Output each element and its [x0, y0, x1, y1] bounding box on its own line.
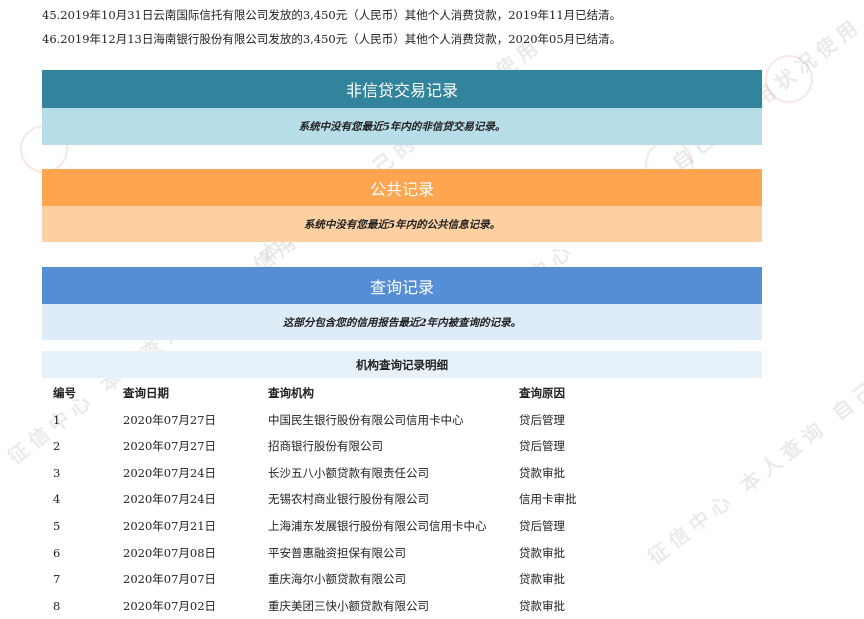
cell-number: 2: [53, 439, 61, 454]
public-section-title: 公共记录: [42, 169, 762, 206]
inquiry-table: 编号 查询日期 查询机构 查询原因 1 2020年07月27日 中国民生银行股份…: [42, 380, 762, 619]
cell-date: 2020年07月21日: [123, 518, 217, 533]
cell-institution: 平安普惠融资担保有限公司: [268, 545, 406, 560]
inquiry-section-note: 这部分包含您的信用报告最近2年内被查询的记录。: [42, 304, 762, 340]
cell-date: 2020年07月07日: [123, 572, 217, 587]
cell-number: 1: [53, 412, 61, 427]
cell-date: 2020年07月24日: [123, 465, 217, 480]
cell-institution: 中国民生银行股份有限公司信用卡中心: [268, 412, 464, 427]
cell-institution: 长沙五八小额贷款有限责任公司: [268, 465, 429, 480]
cell-institution: 上海浦东发展银行股份有限公司信用卡中心: [268, 518, 487, 533]
non-credit-section-title: 非信贷交易记录: [42, 70, 762, 108]
cell-date: 2020年07月27日: [123, 412, 217, 427]
cell-reason: 信用卡审批: [519, 492, 577, 507]
cell-reason: 贷款审批: [519, 572, 565, 587]
inquiry-section-title: 查询记录: [42, 267, 762, 304]
cell-number: 8: [53, 598, 61, 613]
cell-number: 6: [53, 545, 61, 560]
table-row: 5 2020年07月21日 上海浦东发展银行股份有限公司信用卡中心 贷后管理: [42, 513, 762, 540]
public-section-note: 系统中没有您最近5年内的公共信息记录。: [42, 206, 762, 242]
column-header-number: 编号: [53, 386, 76, 400]
cell-date: 2020年07月24日: [123, 492, 217, 507]
cell-reason: 贷后管理: [519, 439, 565, 454]
table-row: 6 2020年07月08日 平安普惠融资担保有限公司 贷款审批: [42, 540, 762, 567]
cell-reason: 贷款审批: [519, 545, 565, 560]
cell-number: 4: [53, 492, 61, 507]
cell-date: 2020年07月27日: [123, 439, 217, 454]
cell-institution: 招商银行股份有限公司: [268, 439, 383, 454]
cell-number: 5: [53, 518, 61, 533]
column-header-institution: 查询机构: [268, 386, 314, 400]
table-row: 2 2020年07月27日 招商银行股份有限公司 贷后管理: [42, 433, 762, 460]
cell-institution: 重庆美团三快小额贷款有限公司: [268, 598, 429, 613]
column-header-date: 查询日期: [123, 386, 169, 400]
non-credit-section-note: 系统中没有您最近5年内的非信贷交易记录。: [42, 108, 762, 145]
cell-reason: 贷后管理: [519, 518, 565, 533]
cell-reason: 贷款审批: [519, 465, 565, 480]
column-header-reason: 查询原因: [519, 386, 565, 400]
table-header-row: 编号 查询日期 查询机构 查询原因: [42, 380, 762, 407]
cell-number: 7: [53, 572, 61, 587]
inquiry-detail-heading: 机构查询记录明细: [42, 351, 762, 378]
settled-loan-line-45: 45.2019年10月31日云南国际信托有限公司发放的3,450元（人民币）其他…: [42, 8, 622, 22]
cell-number: 3: [53, 465, 61, 480]
table-row: 3 2020年07月24日 长沙五八小额贷款有限责任公司 贷款审批: [42, 460, 762, 487]
cell-reason: 贷款审批: [519, 598, 565, 613]
cell-date: 2020年07月08日: [123, 545, 217, 560]
watermark-seal-icon: [765, 55, 813, 103]
cell-institution: 无锡农村商业银行股份有限公司: [268, 492, 429, 507]
table-row: 8 2020年07月02日 重庆美团三快小额贷款有限公司 贷款审批: [42, 593, 762, 619]
cell-institution: 重庆海尔小额贷款有限公司: [268, 572, 406, 587]
table-row: 4 2020年07月24日 无锡农村商业银行股份有限公司 信用卡审批: [42, 486, 762, 513]
cell-reason: 贷后管理: [519, 412, 565, 427]
table-row: 1 2020年07月27日 中国民生银行股份有限公司信用卡中心 贷后管理: [42, 407, 762, 434]
cell-date: 2020年07月02日: [123, 598, 217, 613]
settled-loan-line-46: 46.2019年12月13日海南银行股份有限公司发放的3,450元（人民币）其他…: [42, 32, 622, 46]
table-row: 7 2020年07月07日 重庆海尔小额贷款有限公司 贷款审批: [42, 566, 762, 593]
